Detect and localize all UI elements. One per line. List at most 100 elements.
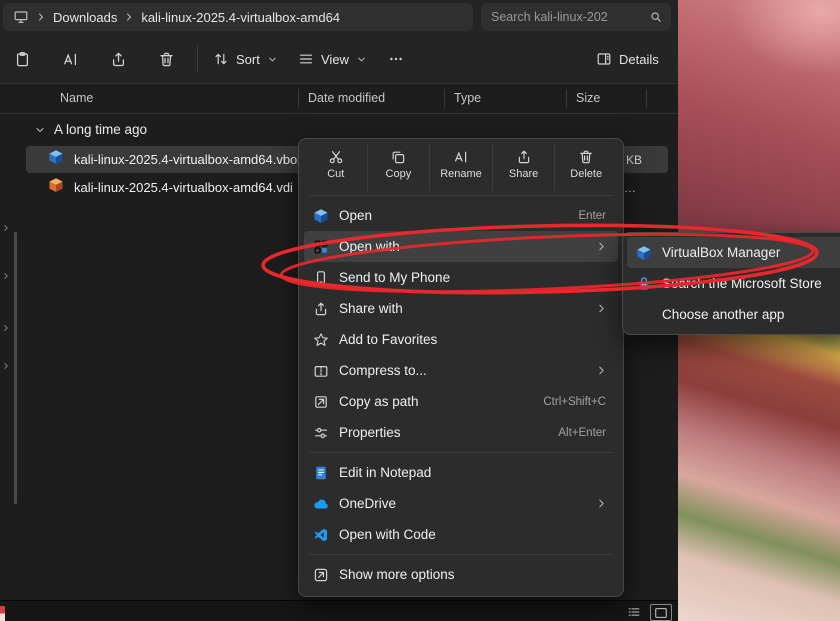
quick-rename-button[interactable]: Rename bbox=[429, 143, 492, 191]
menu-item-label: Open bbox=[339, 208, 373, 223]
virtualbox-icon bbox=[313, 208, 339, 224]
submenu-item-label: Search the Microsoft Store bbox=[662, 276, 822, 291]
menu-item-shortcut: Ctrl+Shift+C bbox=[543, 395, 606, 408]
menu-item-label: Open with bbox=[339, 239, 400, 254]
menu-separator bbox=[309, 554, 613, 555]
chevron-down-icon bbox=[267, 54, 278, 65]
ellipsis-icon bbox=[388, 51, 404, 67]
this-pc-icon bbox=[13, 9, 29, 25]
virtualbox-vbox-file-icon bbox=[48, 149, 64, 170]
search-box[interactable] bbox=[481, 3, 671, 31]
vscode-icon bbox=[313, 527, 339, 543]
column-date-modified[interactable]: Date modified bbox=[308, 91, 385, 105]
quick-share-button[interactable]: Share bbox=[491, 143, 555, 191]
address-bar[interactable]: Downloads kali-linux-2025.4-virtualbox-a… bbox=[3, 3, 473, 31]
rename-icon bbox=[453, 149, 469, 165]
details-pane-button[interactable]: Details bbox=[588, 42, 667, 76]
group-header[interactable]: A long time ago bbox=[34, 122, 147, 137]
star-icon bbox=[313, 332, 339, 348]
thumbnail-view-toggle[interactable] bbox=[650, 604, 672, 621]
column-divider[interactable] bbox=[444, 89, 445, 108]
header-bottom-divider bbox=[0, 113, 678, 114]
menu-item-properties[interactable]: Properties Alt+Enter bbox=[304, 417, 618, 448]
quick-cut-button[interactable]: Cut bbox=[305, 143, 367, 191]
open-with-icon bbox=[313, 239, 339, 255]
menu-item-onedrive[interactable]: OneDrive bbox=[304, 488, 618, 519]
submenu-item-label: VirtualBox Manager bbox=[662, 245, 781, 260]
column-type[interactable]: Type bbox=[454, 91, 481, 105]
search-input[interactable] bbox=[489, 9, 649, 25]
compress-icon bbox=[313, 363, 339, 379]
menu-item-add-to-favorites[interactable]: Add to Favorites bbox=[304, 324, 618, 355]
submenu-item-choose-another-app[interactable]: Choose another app bbox=[627, 299, 840, 330]
share-button[interactable] bbox=[102, 42, 135, 76]
column-name[interactable]: Name bbox=[60, 91, 93, 105]
breadcrumb-current-folder[interactable]: kali-linux-2025.4-virtualbox-amd64 bbox=[141, 10, 340, 25]
share-icon bbox=[110, 51, 127, 68]
submenu-chevron-icon bbox=[595, 302, 608, 315]
sort-button[interactable]: Sort bbox=[205, 42, 286, 76]
quick-action-label: Copy bbox=[385, 168, 412, 180]
column-size[interactable]: Size bbox=[576, 91, 600, 105]
delete-button[interactable] bbox=[150, 42, 183, 76]
rename-button[interactable] bbox=[54, 42, 87, 76]
menu-item-label: OneDrive bbox=[339, 496, 397, 511]
view-button[interactable]: View bbox=[290, 42, 375, 76]
see-more-button[interactable] bbox=[380, 42, 412, 76]
column-divider[interactable] bbox=[566, 89, 567, 108]
menu-item-label: Copy as path bbox=[339, 394, 419, 409]
nav-pane-chevron-icon[interactable] bbox=[1, 268, 11, 286]
menu-item-show-more-options[interactable]: Show more options bbox=[304, 559, 618, 590]
menu-item-send-to-my-phone[interactable]: Send to My Phone bbox=[304, 262, 618, 293]
column-divider[interactable] bbox=[646, 89, 647, 108]
window-chrome: Downloads kali-linux-2025.4-virtualbox-a… bbox=[0, 0, 678, 84]
menu-item-shortcut: Enter bbox=[578, 209, 607, 222]
quick-action-label: Delete bbox=[570, 168, 603, 180]
menu-item-compress-to[interactable]: Compress to... bbox=[304, 355, 618, 386]
quick-action-label: Share bbox=[508, 168, 539, 180]
details-label: Details bbox=[619, 51, 659, 67]
open-with-submenu: VirtualBox Manager Search the Microsoft … bbox=[622, 232, 840, 335]
submenu-item-microsoft-store[interactable]: Search the Microsoft Store bbox=[627, 268, 840, 299]
group-collapse-chevron-icon[interactable] bbox=[34, 124, 46, 136]
show-more-options-icon bbox=[313, 567, 339, 583]
quick-delete-button[interactable]: Delete bbox=[554, 143, 617, 191]
paste-button[interactable] bbox=[6, 42, 39, 76]
toolbar-divider bbox=[197, 46, 198, 72]
command-bar: Sort View Details bbox=[0, 34, 678, 84]
search-icon bbox=[649, 10, 663, 24]
details-view-toggle[interactable] bbox=[624, 604, 644, 619]
submenu-chevron-icon bbox=[595, 240, 608, 253]
screen-corner-fragment bbox=[0, 606, 5, 621]
breadcrumb-chevron-icon bbox=[123, 11, 135, 23]
submenu-chevron-icon bbox=[595, 497, 608, 510]
menu-item-open-with[interactable]: Open with bbox=[304, 231, 618, 262]
nav-pane-chevron-icon[interactable] bbox=[1, 320, 11, 338]
quick-copy-button[interactable]: Copy bbox=[366, 143, 430, 191]
nav-pane-scrollbar[interactable] bbox=[14, 232, 17, 504]
phone-icon bbox=[313, 270, 339, 286]
submenu-chevron-icon bbox=[595, 364, 608, 377]
submenu-item-virtualbox-manager[interactable]: VirtualBox Manager bbox=[627, 237, 840, 268]
menu-item-label: Compress to... bbox=[339, 363, 427, 378]
properties-icon bbox=[313, 425, 339, 441]
details-pane-icon bbox=[596, 51, 612, 67]
nav-pane-chevron-icon[interactable] bbox=[1, 220, 11, 238]
paste-icon bbox=[14, 51, 31, 68]
trash-icon bbox=[158, 51, 175, 68]
status-bar bbox=[0, 600, 678, 621]
menu-item-open[interactable]: Open Enter bbox=[304, 200, 618, 231]
menu-item-copy-as-path[interactable]: Copy as path Ctrl+Shift+C bbox=[304, 386, 618, 417]
column-divider[interactable] bbox=[298, 89, 299, 108]
quick-action-label: Rename bbox=[440, 168, 482, 180]
menu-item-share-with[interactable]: Share with bbox=[304, 293, 618, 324]
file-name: kali-linux-2025.4-virtualbox-amd64.vbox bbox=[74, 152, 304, 167]
nav-pane-chevron-icon[interactable] bbox=[1, 358, 11, 376]
virtualbox-vdi-file-icon bbox=[48, 177, 64, 198]
breadcrumb-downloads[interactable]: Downloads bbox=[53, 10, 117, 25]
menu-item-open-with-code[interactable]: Open with Code bbox=[304, 519, 618, 550]
menu-item-edit-in-notepad[interactable]: Edit in Notepad bbox=[304, 457, 618, 488]
share-icon bbox=[313, 301, 339, 317]
rename-icon bbox=[62, 51, 79, 68]
sort-label: Sort bbox=[236, 51, 260, 67]
